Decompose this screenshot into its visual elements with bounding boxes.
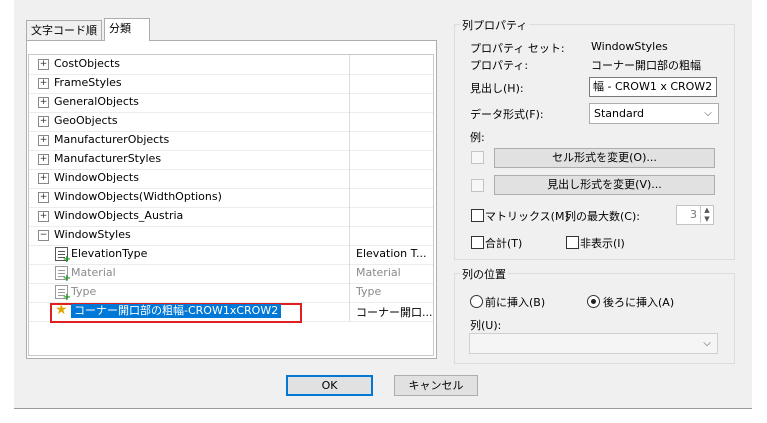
property-set-label: プロパティ セット:: [470, 42, 565, 55]
tree-child-row[interactable]: + Material Material: [29, 264, 433, 284]
total-checkbox[interactable]: [471, 236, 484, 249]
heading-format-checkbox[interactable]: [471, 179, 484, 192]
max-columns-label: 列の最大数(C):: [565, 210, 640, 223]
insert-before-label: 前に挿入(B): [485, 296, 546, 309]
expand-icon[interactable]: +: [38, 211, 49, 222]
tree-group-row[interactable]: + WindowObjects: [29, 169, 433, 189]
property-icon: +: [55, 285, 71, 303]
column-properties-title: 列プロパティ: [460, 17, 530, 33]
spin-down-icon[interactable]: ▼: [700, 215, 713, 223]
group-label: GeoObjects: [54, 114, 118, 127]
heading-label: 見出し(H):: [470, 82, 524, 95]
group-label: CostObjects: [54, 57, 121, 70]
tree-group-row[interactable]: + CostObjects: [29, 55, 433, 75]
property-tree-grid[interactable]: + CostObjects + FrameStyles + GeneralObject…: [28, 54, 434, 356]
group-label: WindowStyles: [54, 228, 131, 241]
property-set-value: WindowStyles: [591, 40, 668, 53]
property-value: コーナー開口部の粗幅: [591, 59, 701, 72]
chevron-down-icon: ⌵: [704, 108, 712, 119]
group-label: WindowObjects_Austria: [54, 209, 184, 222]
cancel-button[interactable]: キャンセル: [394, 375, 478, 396]
property-label: プロパティ:: [470, 59, 529, 72]
expand-icon[interactable]: +: [38, 78, 49, 89]
insert-before-radio[interactable]: [470, 295, 483, 308]
collapse-icon[interactable]: −: [38, 230, 49, 241]
group-label: WindowObjects(WidthOptions): [54, 190, 222, 203]
expand-icon[interactable]: +: [38, 173, 49, 184]
expand-icon[interactable]: +: [38, 192, 49, 203]
hide-checkbox[interactable]: [566, 236, 579, 249]
child-label: コーナー開口部の粗幅-CROW1xCROW2: [71, 304, 282, 318]
chevron-down-icon: ⌵: [703, 338, 711, 349]
column-position-title: 列の位置: [460, 266, 508, 282]
child-value: コーナー開口...: [356, 306, 433, 319]
format-select-value: Standard: [594, 107, 645, 120]
star-icon: ★: [55, 302, 68, 318]
expand-icon[interactable]: +: [38, 154, 49, 165]
tab-code-order[interactable]: 文字コード順: [26, 20, 102, 40]
tree-group-row[interactable]: + WindowObjects_Austria: [29, 207, 433, 227]
max-columns-spinner[interactable]: 3 ▲ ▼: [676, 205, 714, 225]
total-label: 合計(T): [485, 237, 523, 250]
group-label: ManufacturerObjects: [54, 133, 170, 146]
tree-group-row[interactable]: − WindowStyles: [29, 226, 433, 246]
child-value: Elevation T...: [356, 247, 427, 260]
max-columns-value: 3: [690, 208, 697, 221]
expand-icon[interactable]: +: [38, 135, 49, 146]
tree-group-row[interactable]: + ManufacturerStyles: [29, 150, 433, 170]
expand-icon[interactable]: +: [38, 97, 49, 108]
spin-up-icon[interactable]: ▲: [700, 206, 713, 214]
tree-group-row[interactable]: + ManufacturerObjects: [29, 131, 433, 151]
group-label: WindowObjects: [54, 171, 139, 184]
tab-category[interactable]: 分類: [104, 18, 150, 41]
tree-group-row[interactable]: + FrameStyles: [29, 74, 433, 94]
ok-button[interactable]: OK: [286, 375, 373, 396]
insert-after-label: 後ろに挿入(A): [603, 296, 675, 309]
tree-child-row[interactable]: + Type Type: [29, 283, 433, 303]
heading-format-button[interactable]: 見出し形式を変更(V)...: [494, 175, 715, 195]
expand-icon[interactable]: +: [38, 59, 49, 70]
format-select[interactable]: Standard ⌵: [589, 103, 719, 124]
child-label: ElevationType: [71, 247, 148, 260]
tree-group-row[interactable]: + GeneralObjects: [29, 93, 433, 113]
hide-label: 非表示(I): [580, 237, 625, 250]
child-value: Type: [356, 285, 382, 298]
cell-format-checkbox[interactable]: [471, 151, 484, 164]
example-label: 例:: [470, 131, 485, 144]
insert-after-radio[interactable]: [587, 295, 600, 308]
heading-input[interactable]: 幅 - CROW1 x CROW2: [589, 77, 717, 97]
format-label: データ形式(F):: [470, 108, 544, 121]
tree-child-row[interactable]: + ElevationType Elevation T...: [29, 245, 433, 265]
cell-format-button[interactable]: セル形式を変更(O)...: [494, 148, 715, 168]
column-label: 列(U):: [470, 319, 502, 332]
group-label: ManufacturerStyles: [54, 152, 162, 165]
matrix-checkbox[interactable]: [471, 209, 484, 222]
child-label: Material: [71, 266, 116, 279]
tree-group-row[interactable]: + WindowObjects(WidthOptions): [29, 188, 433, 208]
child-value: Material: [356, 266, 401, 279]
tree-group-row[interactable]: + GeoObjects: [29, 112, 433, 132]
property-icon: +: [55, 266, 71, 284]
matrix-label: マトリックス(M): [485, 210, 569, 223]
column-select[interactable]: ⌵: [469, 333, 718, 354]
group-label: GeneralObjects: [54, 95, 139, 108]
property-icon: +: [55, 247, 71, 265]
group-label: FrameStyles: [54, 76, 122, 89]
tree-child-row-selected[interactable]: ★ コーナー開口部の粗幅-CROW1xCROW2 コーナー開口...: [29, 302, 433, 323]
expand-icon[interactable]: +: [38, 116, 49, 127]
child-label: Type: [71, 285, 97, 298]
